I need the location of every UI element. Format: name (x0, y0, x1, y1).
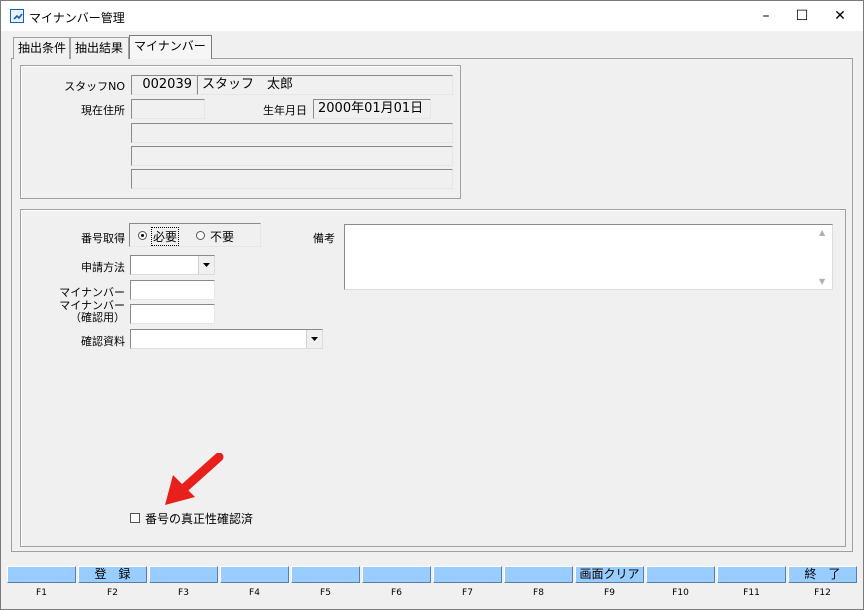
method-label: 申請方法 (81, 261, 125, 274)
close-button[interactable]: ✕ (817, 1, 863, 31)
address-line2-field (131, 146, 453, 166)
f2-register-button[interactable]: 登 録 (78, 566, 147, 583)
remarks-label: 備考 (313, 232, 335, 245)
f8-button[interactable] (504, 566, 573, 583)
address-label: 現在住所 (81, 104, 125, 117)
f2-key-label: F2 (107, 588, 118, 598)
postal-code-field (131, 99, 205, 119)
f12-key-label: F12 (814, 588, 831, 598)
scroll-down-icon[interactable]: ▼ (819, 277, 825, 286)
f10-button[interactable] (646, 566, 715, 583)
method-select[interactable] (130, 255, 215, 275)
f9-key-label: F9 (604, 588, 615, 598)
f1-key-label: F1 (36, 588, 47, 598)
maximize-icon: ☐ (795, 8, 809, 24)
tab-extract-conditions[interactable]: 抽出条件 (13, 37, 70, 59)
f8-key-label: F8 (533, 588, 544, 598)
f3-button[interactable] (149, 566, 218, 583)
remarks-textarea[interactable]: ▲ ▼ (344, 224, 833, 290)
verified-checkbox-label[interactable]: 番号の真正性確認済 (145, 510, 253, 527)
radio-required-label[interactable]: 必要 (150, 227, 180, 246)
staff-no-label: スタッフNO (64, 80, 125, 93)
title-bar: マイナンバー管理 – ☐ ✕ (1, 1, 863, 31)
tab-mynumber[interactable]: マイナンバー (129, 35, 212, 59)
f7-key-label: F7 (462, 588, 473, 598)
birthdate-label: 生年月日 (263, 104, 307, 117)
radio-not-required-label[interactable]: 不要 (210, 228, 234, 245)
birthdate-field: 2000年01月01日 (313, 99, 431, 119)
radio-required[interactable] (138, 231, 147, 240)
acquire-radio-group: 必要 不要 (129, 223, 261, 247)
chevron-down-icon (311, 337, 318, 341)
f3-key-label: F3 (178, 588, 189, 598)
f5-button[interactable] (291, 566, 360, 583)
mynumber-confirm-input[interactable] (130, 304, 215, 324)
address-line3-field (131, 169, 453, 189)
verified-checkbox[interactable] (130, 513, 140, 523)
app-icon (10, 9, 24, 23)
f7-button[interactable] (433, 566, 502, 583)
f12-exit-button[interactable]: 終 了 (788, 566, 857, 583)
f1-button[interactable] (7, 566, 76, 583)
staff-no-field: 002039 (131, 75, 197, 95)
f9-clear-button[interactable]: 画面クリア (575, 566, 644, 583)
f10-key-label: F10 (672, 588, 689, 598)
window-title: マイナンバー管理 (29, 11, 125, 25)
acquire-label: 番号取得 (81, 232, 125, 245)
f11-button[interactable] (717, 566, 786, 583)
f6-key-label: F6 (391, 588, 402, 598)
f6-button[interactable] (362, 566, 431, 583)
chevron-down-icon (203, 263, 210, 267)
f4-button[interactable] (220, 566, 289, 583)
red-arrow-annotation (161, 452, 225, 512)
f5-key-label: F5 (320, 588, 331, 598)
document-label: 確認資料 (81, 335, 125, 348)
document-select[interactable] (130, 329, 323, 349)
close-icon: ✕ (834, 8, 846, 24)
app-window: マイナンバー管理 – ☐ ✕ 抽出条件 抽出結果 マイナンバー スタッフNO 0… (0, 0, 864, 610)
method-dropdown-button[interactable] (198, 256, 214, 274)
remarks-scrollbar[interactable]: ▲ ▼ (815, 225, 831, 289)
staff-name-field: スタッフ 太郎 (197, 75, 453, 95)
scroll-up-icon[interactable]: ▲ (819, 228, 825, 237)
radio-not-required[interactable] (196, 231, 205, 240)
mynumber-label: マイナンバー (59, 286, 125, 299)
address-line1-field (131, 123, 453, 143)
mynumber-confirm-label-line2: （確認用） (70, 311, 125, 324)
f4-key-label: F4 (249, 588, 260, 598)
mynumber-confirm-label: マイナンバー （確認用） (41, 300, 125, 324)
document-dropdown-button[interactable] (306, 330, 322, 348)
f11-key-label: F11 (743, 588, 760, 598)
tab-extract-results[interactable]: 抽出結果 (70, 37, 129, 59)
minimize-icon: – (762, 8, 770, 24)
mynumber-input[interactable] (130, 280, 215, 300)
